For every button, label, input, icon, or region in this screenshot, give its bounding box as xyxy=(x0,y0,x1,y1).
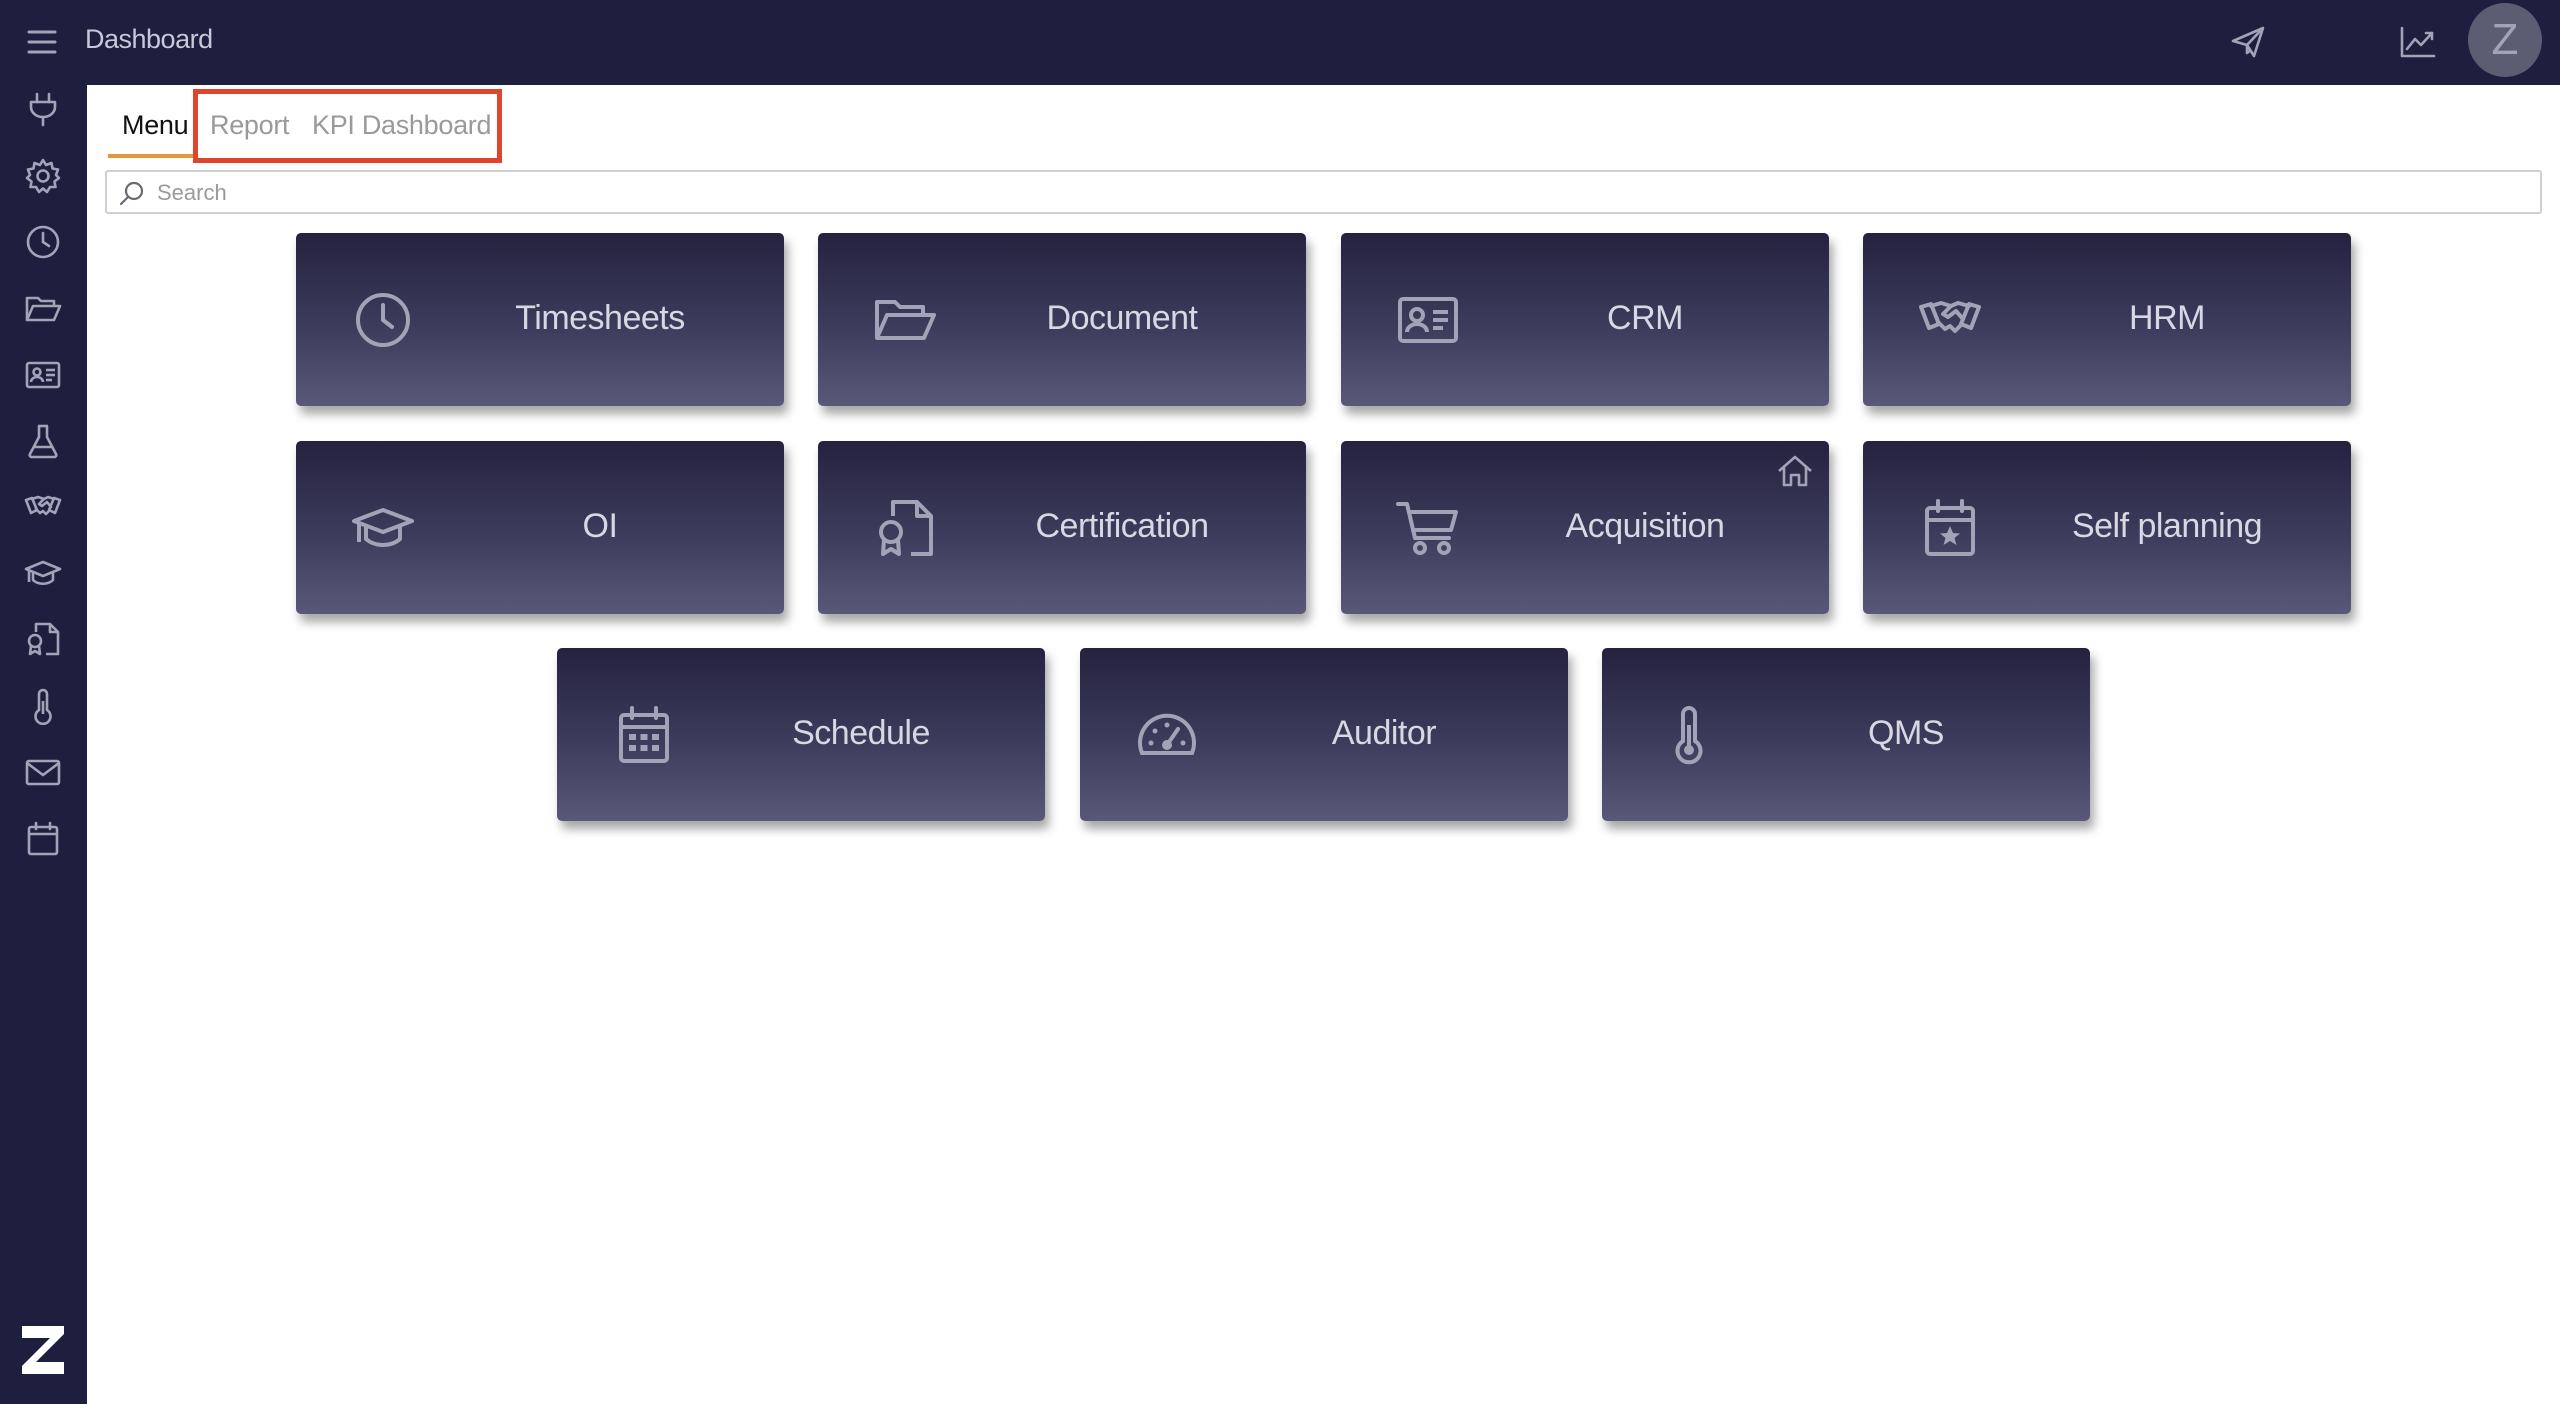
tile-label: HRM xyxy=(2129,299,2205,337)
paper-plane-icon[interactable] xyxy=(2228,22,2268,62)
tile-label: OI xyxy=(582,507,618,545)
certificate-file-icon xyxy=(873,496,937,560)
search-bar xyxy=(105,170,2542,214)
calendar-icon[interactable] xyxy=(24,820,62,858)
tile-document[interactable]: Document xyxy=(818,233,1306,406)
tile-schedule[interactable]: Schedule xyxy=(557,648,1045,821)
graduation-cap-icon xyxy=(351,496,415,560)
calendar-star-icon xyxy=(1918,496,1982,560)
certificate-file-icon[interactable] xyxy=(24,620,62,658)
flask-icon[interactable] xyxy=(24,422,62,460)
tile-label: Acquisition xyxy=(1565,507,1725,545)
tile-label: Document xyxy=(1046,299,1198,337)
sidebar xyxy=(0,0,87,1404)
app-root: Dashboard Z Menu Report KPI Dashboard Se… xyxy=(0,0,2560,1404)
gear-icon[interactable] xyxy=(24,157,62,195)
shopping-cart-icon xyxy=(1396,496,1460,560)
page-title: Dashboard xyxy=(85,24,213,54)
line-chart-icon[interactable] xyxy=(2398,22,2438,62)
plug-icon[interactable] xyxy=(24,90,62,128)
folder-open-icon[interactable] xyxy=(24,290,62,328)
tile-label: QMS xyxy=(1868,714,1944,752)
sidebar-hamburger-icon[interactable] xyxy=(26,26,58,58)
tile-timesheets[interactable]: Timesheets xyxy=(296,233,784,406)
tile-oi[interactable]: OI xyxy=(296,441,784,614)
search-icon xyxy=(119,180,145,206)
contact-card-icon[interactable] xyxy=(24,356,62,394)
tile-certification[interactable]: Certification xyxy=(818,441,1306,614)
tile-label: Schedule xyxy=(792,714,930,752)
home-icon[interactable] xyxy=(1775,451,1815,491)
tile-label: Auditor xyxy=(1331,714,1437,752)
tab-menu[interactable]: Menu xyxy=(122,110,189,141)
graduation-cap-icon[interactable] xyxy=(24,554,62,592)
highlight-box xyxy=(193,89,502,163)
tile-label: Certification xyxy=(1035,507,1209,545)
envelope-icon[interactable] xyxy=(24,753,62,791)
calendar-grid-icon xyxy=(612,703,676,767)
handshake-icon xyxy=(1918,288,1982,352)
thermometer-icon xyxy=(1657,703,1721,767)
gauge-icon xyxy=(1135,703,1199,767)
tile-label: Self planning xyxy=(2071,507,2263,545)
top-bar: Dashboard Z xyxy=(0,0,2560,85)
clock-icon xyxy=(351,288,415,352)
tile-qms[interactable]: QMS xyxy=(1602,648,2090,821)
clock-icon[interactable] xyxy=(24,223,62,261)
tile-crm[interactable]: CRM xyxy=(1341,233,1829,406)
tile-label: CRM xyxy=(1607,299,1683,337)
search-input[interactable] xyxy=(157,176,2527,210)
contact-card-icon xyxy=(1396,288,1460,352)
brand-logo xyxy=(18,1322,68,1378)
tile-auditor[interactable]: Auditor xyxy=(1080,648,1568,821)
tile-hrm[interactable]: HRM xyxy=(1863,233,2351,406)
tile-acquisition[interactable]: Acquisition xyxy=(1341,441,1829,614)
handshake-icon[interactable] xyxy=(24,488,62,526)
tile-label: Timesheets xyxy=(515,299,685,337)
active-tab-indicator xyxy=(108,154,194,158)
user-avatar[interactable]: Z xyxy=(2468,3,2542,77)
avatar-initial: Z xyxy=(2491,15,2519,64)
folder-open-icon xyxy=(873,288,937,352)
tile-self-planning[interactable]: Self planning xyxy=(1863,441,2351,614)
thermometer-icon[interactable] xyxy=(24,687,62,725)
